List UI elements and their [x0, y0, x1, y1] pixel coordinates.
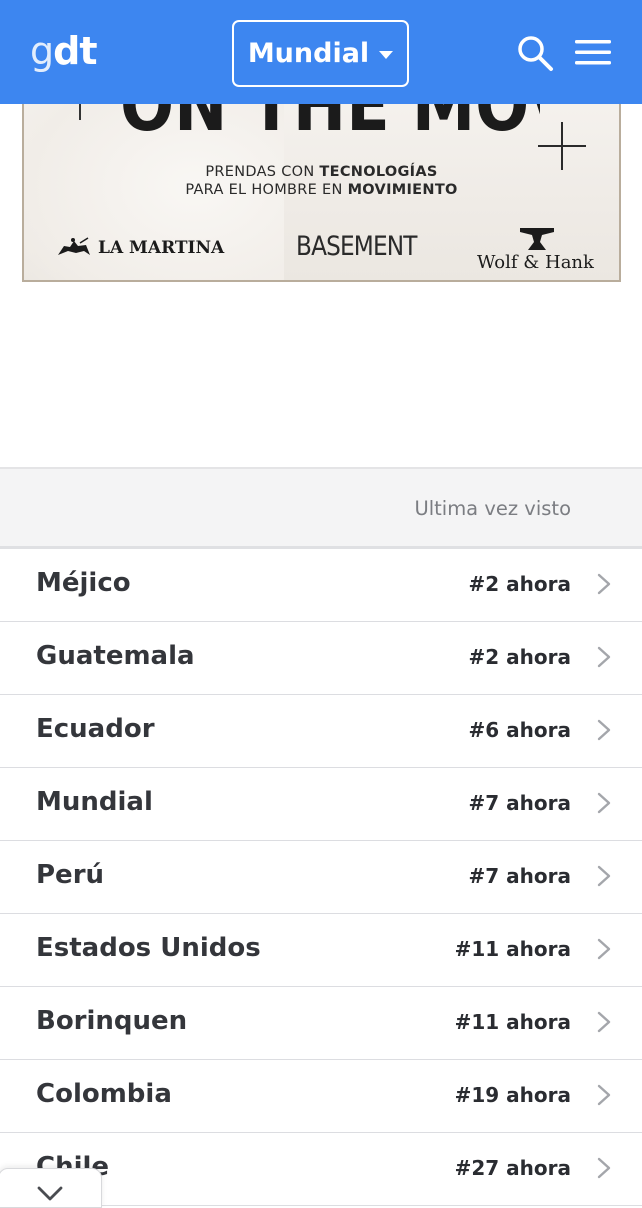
- country-name: Méjico: [36, 568, 131, 598]
- ad-plus-icon: [538, 122, 586, 170]
- ad-banner[interactable]: ON THE MOVE PRENDAS CON TECNOLOGÍAS PARA…: [22, 90, 621, 282]
- rank-value: #11 ahora: [454, 1010, 571, 1034]
- rank-value: #7 ahora: [468, 791, 571, 815]
- chevron-right-icon: [597, 573, 611, 595]
- list-item[interactable]: Méjico #2 ahora: [0, 549, 642, 622]
- list-item[interactable]: Colombia #19 ahora: [0, 1060, 642, 1133]
- chevron-right-icon: [597, 646, 611, 668]
- list-item[interactable]: Estados Unidos #11 ahora: [0, 914, 642, 987]
- chevron-right-icon: [597, 792, 611, 814]
- country-name: Ecuador: [36, 714, 155, 744]
- hamburger-menu-icon[interactable]: [575, 37, 611, 67]
- caret-down-icon: [379, 50, 394, 59]
- logo-dt: dt: [53, 29, 97, 73]
- list-item[interactable]: Borinquen #11 ahora: [0, 987, 642, 1060]
- country-name: Guatemala: [36, 641, 195, 671]
- rank-value: #27 ahora: [454, 1156, 571, 1180]
- rank-value: #19 ahora: [454, 1083, 571, 1107]
- brand-wolf-and-hank: Wolf & Hank: [477, 252, 594, 273]
- rank-value: #6 ahora: [468, 718, 571, 742]
- rank-value: #11 ahora: [454, 937, 571, 961]
- country-name: Perú: [36, 860, 105, 890]
- brand-la-martina-label: LA MARTINA: [98, 238, 225, 258]
- gdt-logo[interactable]: gdt: [30, 28, 98, 74]
- country-name: Mundial: [36, 787, 153, 817]
- collapse-tab-button[interactable]: [0, 1168, 102, 1208]
- polo-player-icon: [58, 237, 90, 255]
- ad-tagline-line2: PARA EL HOMBRE EN MOVIMIENTO: [185, 182, 458, 198]
- chevron-right-icon: [597, 938, 611, 960]
- brand-la-martina: LA MARTINA: [56, 237, 224, 259]
- chevron-right-icon: [597, 1011, 611, 1033]
- rank-value: #2 ahora: [468, 645, 571, 669]
- list-item[interactable]: Perú #7 ahora: [0, 841, 642, 914]
- app-header: gdt Mundial: [0, 0, 642, 104]
- last-seen-label: Ultima vez visto: [414, 497, 571, 520]
- last-seen-header: Ultima vez visto: [0, 467, 642, 549]
- search-icon[interactable]: [516, 34, 554, 72]
- rank-value: #2 ahora: [468, 572, 571, 596]
- list-item[interactable]: Ecuador #6 ahora: [0, 695, 642, 768]
- rank-value: #7 ahora: [468, 864, 571, 888]
- brand-basement: BASEMENT: [296, 231, 417, 262]
- region-selector-button[interactable]: Mundial: [232, 20, 409, 87]
- chevron-right-icon: [597, 865, 611, 887]
- list-item[interactable]: Mundial #7 ahora: [0, 768, 642, 841]
- country-name: Colombia: [36, 1079, 172, 1109]
- country-name: Estados Unidos: [36, 933, 261, 963]
- anvil-icon: [520, 228, 554, 250]
- country-name: Borinquen: [36, 1006, 188, 1036]
- chevron-right-icon: [597, 1084, 611, 1106]
- logo-g: g: [30, 29, 54, 73]
- country-rank-list: Méjico #2 ahora Guatemala #2 ahora Ecuad…: [0, 549, 642, 1206]
- chevron-right-icon: [597, 1157, 611, 1179]
- ad-tagline-line1: PRENDAS CON TECNOLOGÍAS: [205, 164, 438, 180]
- list-item[interactable]: Guatemala #2 ahora: [0, 622, 642, 695]
- region-label: Mundial: [247, 38, 370, 69]
- chevron-right-icon: [597, 719, 611, 741]
